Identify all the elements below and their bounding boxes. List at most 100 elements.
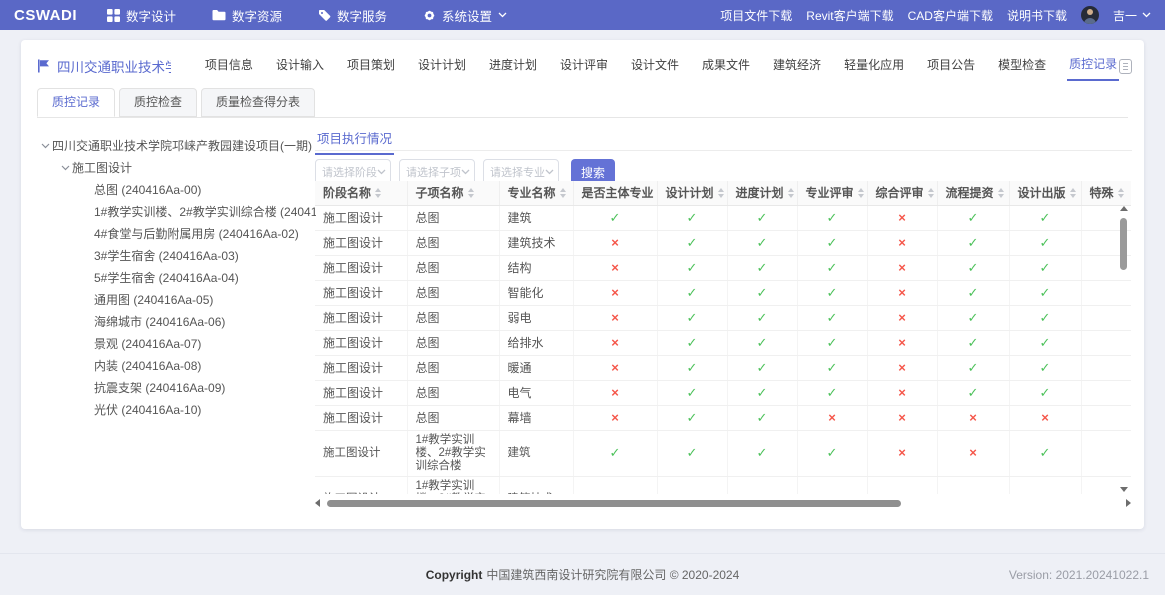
tree-node-label: 5#学生宿舍 (240416Aa-04) [94,267,239,289]
cell-flag: ✓ [797,355,867,380]
column-header-5[interactable]: 设计计划 [657,181,727,205]
tree-root-node[interactable]: 四川交通职业技术学院邛崃产教园建设项目(一期) (240416Aa) [38,135,316,157]
sort-up-icon [718,188,724,192]
nav-item-2[interactable]: 数字资源 [212,6,282,25]
tab-list-icon[interactable] [1119,59,1132,74]
project-tab-10[interactable]: 轻量化应用 [842,52,906,80]
project-tab-3[interactable]: 项目策划 [345,52,397,80]
nav-link-2[interactable]: Revit客户端下载 [806,7,893,24]
project-tab-12[interactable]: 模型检查 [996,52,1048,80]
tree-stage-node[interactable]: 施工图设计 [38,157,316,179]
column-header-3[interactable]: 专业名称 [499,181,573,205]
user-menu[interactable]: 吉一 [1113,7,1151,24]
sort-icon[interactable] [998,188,1004,198]
tab-exec-status[interactable]: 项目执行情况 [315,128,394,155]
tree-leaf-3[interactable]: 4#食堂与后勤附属用房 (240416Aa-02) [38,223,316,245]
vertical-scrollbar[interactable] [1119,208,1128,490]
cross-icon: × [611,260,619,275]
column-label: 特殊 [1090,184,1114,201]
cell-stage: 施工图设计 [315,205,407,230]
horizontal-scroll-thumb[interactable] [327,500,901,507]
sort-icon[interactable] [788,188,794,198]
project-tab-1[interactable]: 项目信息 [203,52,255,80]
project-tab-2[interactable]: 设计输入 [274,52,326,80]
tree-leaf-2[interactable]: 1#教学实训楼、2#教学实训综合楼 (240416Aa-01) [38,201,316,223]
sort-icon[interactable] [928,188,934,198]
vertical-scroll-thumb[interactable] [1120,218,1127,270]
column-header-9[interactable]: 流程提资 [937,181,1009,205]
scroll-left-icon[interactable] [315,499,320,507]
sort-icon[interactable] [468,188,474,198]
sort-icon[interactable] [1118,188,1124,198]
nav-link-3[interactable]: CAD客户端下载 [908,7,993,24]
horizontal-scrollbar[interactable] [315,499,1131,508]
project-tab-8[interactable]: 成果文件 [700,52,752,80]
project-tab-13[interactable]: 质控记录 [1067,51,1119,81]
tree-leaf-6[interactable]: 通用图 (240416Aa-05) [38,289,316,311]
cell-flag: × [867,330,937,355]
check-icon: ✓ [827,335,838,350]
cell-flag: ✓ [797,230,867,255]
sort-icon[interactable] [718,188,724,198]
cell-stage: 施工图设计 [315,430,407,477]
cell-flag: ✓ [797,255,867,280]
brand-logo[interactable]: CSWADI [14,7,77,24]
nav-item-4[interactable]: 系统设置 [423,6,507,25]
tree-caret-icon[interactable] [38,143,52,149]
tree-leaf-9[interactable]: 内装 (240416Aa-08) [38,355,316,377]
project-title[interactable]: 四川交通职业技术学院邛崃产... [57,56,171,76]
column-header-6[interactable]: 进度计划 [727,181,797,205]
tree-leaf-4[interactable]: 3#学生宿舍 (240416Aa-03) [38,245,316,267]
nav-item-3[interactable]: 数字服务 [318,6,387,25]
tree-caret-icon[interactable] [58,165,72,171]
tree-leaf-7[interactable]: 海绵城市 (240416Aa-06) [38,311,316,333]
tree-leaf-8[interactable]: 景观 (240416Aa-07) [38,333,316,355]
sort-down-icon [1070,194,1076,198]
tree-leaf-1[interactable]: 总图 (240416Aa-00) [38,179,316,201]
project-tab-11[interactable]: 项目公告 [925,52,977,80]
sort-icon[interactable] [1070,188,1076,198]
sort-icon[interactable] [375,188,381,198]
cell-flag: ✓ [1009,255,1081,280]
sort-up-icon [468,188,474,192]
nav-link-4[interactable]: 说明书下载 [1007,7,1067,24]
cell-flag: ✓ [727,280,797,305]
tree-leaf-11[interactable]: 光伏 (240416Aa-10) [38,399,316,421]
nav-links: 项目文件下载 Revit客户端下载 CAD客户端下载说明书下载 [720,7,1067,24]
column-label: 子项名称 [416,184,464,201]
project-tab-5[interactable]: 进度计划 [487,52,539,80]
column-header-10[interactable]: 设计出版 [1009,181,1081,205]
scroll-up-icon[interactable] [1120,206,1128,211]
nav-link-1[interactable]: 项目文件下载 [720,7,792,24]
subtab-1[interactable]: 质控记录 [37,88,115,117]
sort-icon[interactable] [858,188,864,198]
cross-icon: × [898,235,906,250]
column-header-7[interactable]: 专业评审 [797,181,867,205]
project-tab-9[interactable]: 建筑经济 [771,52,823,80]
column-header-11[interactable]: 特殊 [1081,181,1131,205]
subtab-3[interactable]: 质量检查得分表 [201,88,315,117]
cell-stage: 施工图设计 [315,355,407,380]
sort-icon[interactable] [560,188,566,198]
tree-leaf-5[interactable]: 5#学生宿舍 (240416Aa-04) [38,267,316,289]
subtab-2[interactable]: 质控检查 [119,88,197,117]
column-header-2[interactable]: 子项名称 [407,181,499,205]
column-header-inner: 阶段名称 [323,184,399,201]
scroll-right-icon[interactable] [1126,499,1131,507]
check-icon: ✓ [757,260,768,275]
nav-menu: 数字设计 数字资源 数字服务 系统设置 [107,6,507,25]
user-avatar[interactable] [1081,6,1099,24]
project-tab-4[interactable]: 设计计划 [416,52,468,80]
check-icon: ✓ [757,360,768,375]
project-tab-7[interactable]: 设计文件 [629,52,681,80]
scroll-down-icon[interactable] [1120,487,1128,492]
project-tab-6[interactable]: 设计评审 [558,52,610,80]
tree-leaf-10[interactable]: 抗震支架 (240416Aa-09) [38,377,316,399]
cell-flag: ✓ [1009,280,1081,305]
cell-stage: 施工图设计 [315,230,407,255]
column-header-1[interactable]: 阶段名称 [315,181,407,205]
copyright-company: 中国建筑西南设计研究院有限公司 © 2020-2024 [486,568,739,582]
column-header-8[interactable]: 综合评审 [867,181,937,205]
nav-item-1[interactable]: 数字设计 [107,6,176,25]
column-header-4[interactable]: 是否主体专业 [573,181,657,205]
